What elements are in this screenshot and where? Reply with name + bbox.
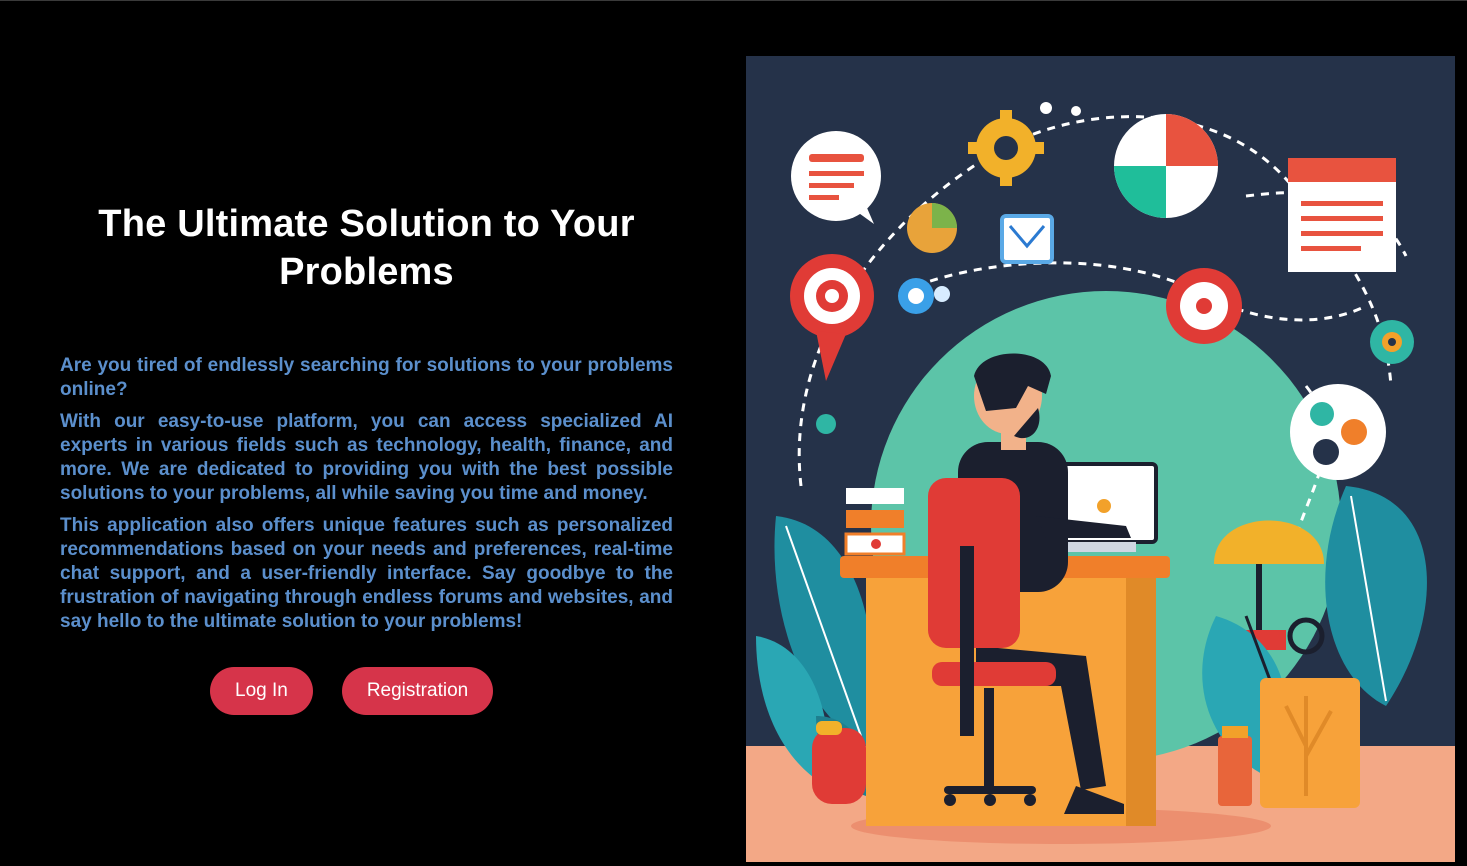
action-buttons: Log In Registration: [210, 667, 494, 715]
top-border: [0, 0, 1467, 1]
page-title: The Ultimate Solution to Your Problems: [98, 203, 635, 293]
hero-section: The Ultimate Solution to Your Problems A…: [60, 200, 673, 642]
document-icon: [1288, 158, 1396, 272]
login-button[interactable]: Log In: [210, 667, 313, 715]
bug-icon: [816, 414, 836, 434]
ball-icon: [907, 203, 957, 253]
features-paragraph: This application also offers unique feat…: [60, 515, 673, 632]
can: [1218, 726, 1252, 806]
registration-button[interactable]: Registration: [341, 667, 494, 715]
mail-icon: [1000, 214, 1054, 264]
palette-icon: [1290, 384, 1386, 480]
platform-paragraph: With our easy-to-use platform, you can a…: [60, 411, 673, 504]
hero-description: Are you tired of endlessly searching for…: [60, 354, 673, 634]
settings-icon: [1370, 320, 1414, 364]
alarm-icon: [1166, 268, 1242, 344]
vase-left: [812, 721, 866, 804]
hero-illustration: [746, 56, 1455, 862]
books: [844, 488, 906, 556]
intro-paragraph: Are you tired of endlessly searching for…: [60, 355, 673, 400]
pie-chart-icon: [1114, 114, 1218, 218]
